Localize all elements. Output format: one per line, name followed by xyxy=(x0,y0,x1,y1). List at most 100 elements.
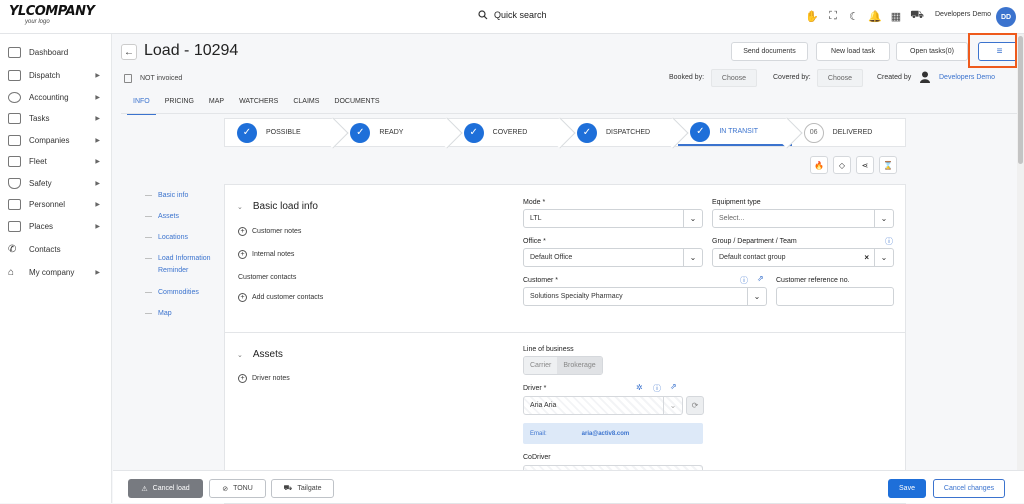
chevron-right-icon: ▶ xyxy=(95,115,100,122)
avatar[interactable]: DD xyxy=(996,7,1016,27)
driver-notes-button[interactable]: + Driver notes xyxy=(238,374,290,383)
car-icon[interactable]: ⛟ xyxy=(910,9,924,22)
sidebar-item-tasks[interactable]: Tasks ▶ xyxy=(8,110,108,126)
select-placeholder: Select... xyxy=(719,215,745,222)
creator-link[interactable]: Developers Demo xyxy=(939,74,995,81)
sidebar-item-places[interactable]: Places ▶ xyxy=(8,218,108,234)
info-icon[interactable]: ⓘ xyxy=(740,275,748,286)
customer-select[interactable]: Solutions Specialty Pharmacy ⌄ xyxy=(523,287,767,306)
anchor-locations[interactable]: — Locations xyxy=(145,232,188,244)
send-documents-button[interactable]: Send documents xyxy=(731,42,808,61)
bell-icon[interactable]: 🔔 xyxy=(868,10,882,23)
assets-section-header[interactable]: ⌄ Assets xyxy=(237,349,283,360)
customer-reference-input[interactable] xyxy=(776,287,894,306)
email-value[interactable]: aria@activ8.com xyxy=(582,431,630,437)
building-icon xyxy=(8,134,21,146)
equipment-type-label: Equipment type xyxy=(712,199,761,206)
basic-info-section-header[interactable]: ⌄ Basic load info xyxy=(237,201,318,212)
external-link-icon[interactable]: ⇗ xyxy=(757,274,764,283)
button-label: Internal notes xyxy=(252,251,295,258)
email-label: Email: xyxy=(530,430,547,437)
send-icon xyxy=(8,69,21,81)
tonu-button[interactable]: ⊘ TONU xyxy=(209,479,266,498)
bug-icon[interactable]: ✲ xyxy=(636,383,643,392)
customer-notes-button[interactable]: + Customer notes xyxy=(238,227,301,236)
step-ready[interactable]: ✓ READY xyxy=(338,117,463,149)
swap-driver-button[interactable]: ⟳ xyxy=(686,396,704,415)
sidebar: Dashboard Dispatch ▶ Accounting ▶ Tasks ▶ C… xyxy=(0,34,112,503)
sidebar-item-personnel[interactable]: Personnel ▶ xyxy=(8,196,108,212)
add-customer-contacts-button[interactable]: + Add customer contacts xyxy=(238,293,323,302)
sidebar-item-my-company[interactable]: ⌂ My company ▶ xyxy=(8,264,108,280)
booked-by-label: Booked by: xyxy=(669,74,705,81)
tag-icon[interactable]: ◇ xyxy=(833,156,851,174)
carrier-option[interactable]: Carrier xyxy=(524,357,558,374)
quick-search[interactable]: Quick search xyxy=(478,10,547,20)
info-icon[interactable]: ⓘ xyxy=(885,236,893,247)
back-button[interactable]: ← xyxy=(121,44,137,60)
step-dispatched[interactable]: ✓ DISPATCHED xyxy=(565,117,689,149)
sidebar-item-fleet[interactable]: Fleet ▶ xyxy=(8,153,108,169)
dollar-icon xyxy=(8,91,21,103)
grid-icon[interactable]: ▦ xyxy=(890,10,902,23)
external-link-icon[interactable]: ⇗ xyxy=(670,382,677,391)
button-label: Add customer contacts xyxy=(252,294,324,301)
bottom-action-bar: ⚠ Cancel load ⊘ TONU ⛟ Tailgate Save Cancel… xyxy=(113,470,1024,503)
anchor-commodities[interactable]: — Commodities xyxy=(145,287,199,299)
sidebar-item-dashboard[interactable]: Dashboard xyxy=(8,44,108,60)
covered-by-select[interactable]: Choose xyxy=(817,69,863,87)
open-tasks-button[interactable]: Open tasks(0) xyxy=(896,42,968,61)
group-select[interactable]: Default contact group × ⌄ xyxy=(712,248,894,267)
home-icon: ⌂ xyxy=(8,266,15,278)
fullscreen-icon[interactable]: ⛶ xyxy=(827,10,839,22)
mode-select[interactable]: LTL ⌄ xyxy=(523,209,703,228)
user-name[interactable]: Developers Demo xyxy=(935,11,991,18)
customer-contacts-label: Customer contacts xyxy=(238,274,297,281)
hourglass-icon[interactable]: ⌛ xyxy=(879,156,897,174)
mode-label: Mode * xyxy=(523,199,546,206)
step-possible[interactable]: ✓ POSSIBLE xyxy=(225,117,349,149)
info-icon[interactable]: ⓘ xyxy=(653,383,661,394)
scrollbar-thumb[interactable] xyxy=(1018,36,1023,164)
anchor-basic-info[interactable]: — Basic info xyxy=(145,190,188,202)
quick-search-label: Quick search xyxy=(494,10,547,20)
step-label: DISPATCHED xyxy=(605,129,651,136)
new-load-task-button[interactable]: New load task xyxy=(816,42,890,61)
cancel-changes-button[interactable]: Cancel changes xyxy=(933,479,1005,498)
sidebar-item-safety[interactable]: Safety ▶ xyxy=(8,175,108,191)
sidebar-item-accounting[interactable]: Accounting ▶ xyxy=(8,89,108,105)
sidebar-item-dispatch[interactable]: Dispatch ▶ xyxy=(8,67,108,83)
fire-icon[interactable]: 🔥 xyxy=(810,156,828,174)
sidebar-item-label: Places xyxy=(29,221,54,231)
tailgate-button[interactable]: ⛟ Tailgate xyxy=(271,479,334,498)
invoice-status-text: NOT invoiced xyxy=(140,75,183,82)
cancel-load-button[interactable]: ⚠ Cancel load xyxy=(128,479,203,498)
equipment-type-select[interactable]: Select... ⌄ xyxy=(712,209,894,228)
anchor-reminder[interactable]: — Load Information Reminder xyxy=(145,253,217,277)
sidebar-item-contacts[interactable]: ✆ Contacts xyxy=(8,241,108,257)
step-covered[interactable]: ✓ COVERED xyxy=(452,117,576,149)
clear-icon[interactable]: × xyxy=(864,253,869,262)
button-label: Cancel load xyxy=(152,485,190,492)
share-icon[interactable]: ⋖ xyxy=(856,156,874,174)
step-delivered[interactable]: 06 DELIVERED xyxy=(792,119,905,146)
save-button[interactable]: Save xyxy=(888,479,926,498)
anchor-map[interactable]: — Map xyxy=(145,308,172,320)
sidebar-item-label: Personnel xyxy=(29,199,66,209)
driver-select[interactable]: Aria Aria ⌄ xyxy=(523,396,683,415)
sidebar-item-label: Dispatch xyxy=(29,70,61,80)
sidebar-item-companies[interactable]: Companies ▶ xyxy=(8,132,108,148)
chevron-right-icon: ▶ xyxy=(95,72,100,79)
anchor-assets[interactable]: — Assets xyxy=(145,211,179,223)
step-in-transit[interactable]: ✓ IN TRANSIT xyxy=(678,117,803,149)
group-label: Group / Department / Team xyxy=(712,238,797,245)
booked-by-select[interactable]: Choose xyxy=(711,69,757,87)
company-logo[interactable]: YLCOMPANY your logo xyxy=(9,5,95,31)
status-stepper: ✓ POSSIBLE ✓ READY ✓ COVERED ✓ DISPATCHED ✓ I… xyxy=(224,117,906,149)
moon-icon[interactable]: ☾ xyxy=(848,10,860,23)
hand-icon[interactable]: ✋ xyxy=(805,10,819,23)
section-divider xyxy=(225,332,905,333)
office-select[interactable]: Default Office ⌄ xyxy=(523,248,703,267)
internal-notes-button[interactable]: + Internal notes xyxy=(238,250,294,259)
brokerage-option[interactable]: Brokerage xyxy=(557,357,602,374)
